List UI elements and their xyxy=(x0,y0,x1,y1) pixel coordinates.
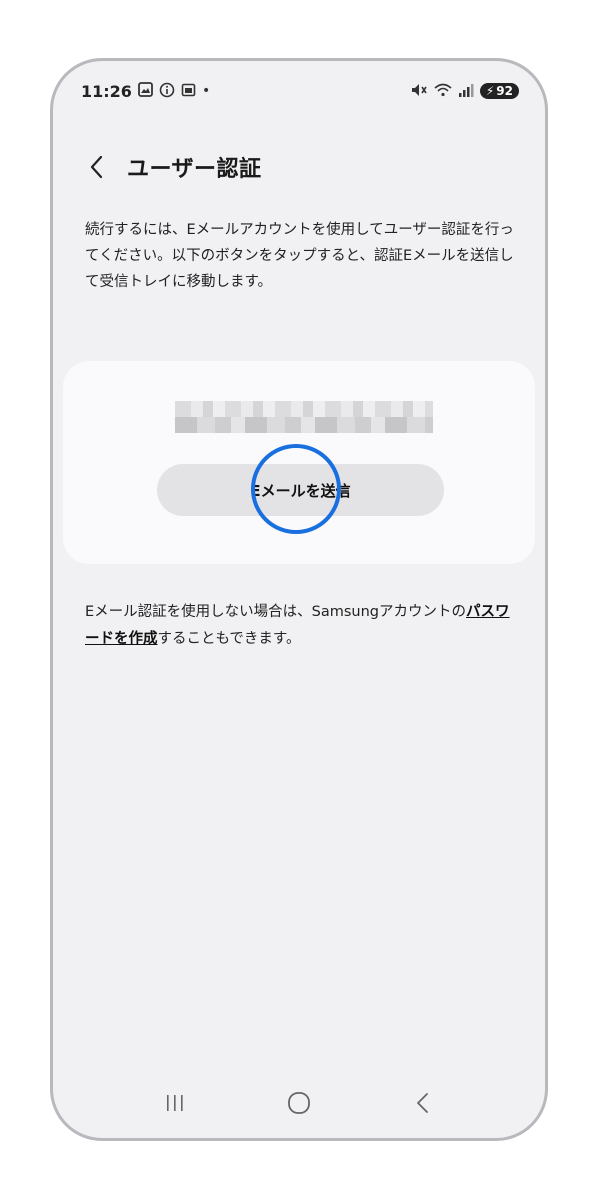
footer-text-before: Eメール認証を使用しない場合は、Samsungアカウントの xyxy=(85,604,467,620)
header: ユーザー認証 xyxy=(85,151,262,183)
charging-icon: ⚡ xyxy=(485,84,495,98)
dot-icon: • xyxy=(201,83,211,99)
wifi-icon xyxy=(434,83,452,100)
status-bar: 11:26 • ⚡ 92 xyxy=(53,79,545,103)
info-icon xyxy=(159,82,175,101)
navigation-bar xyxy=(53,1068,545,1138)
email-card: Eメールを送信 xyxy=(63,361,535,564)
description-text: 続行するには、Eメールアカウントを使用してユーザー認証を行ってください。以下のボ… xyxy=(85,222,514,290)
status-time: 11:26 xyxy=(81,81,132,101)
status-left: 11:26 • xyxy=(81,82,210,101)
footer-note: Eメール認証を使用しない場合は、Samsungアカウントのパスワードを作成するこ… xyxy=(85,599,517,653)
footer-text-after: することもできます。 xyxy=(157,631,301,647)
phone-screen: 11:26 • ⚡ 92 ユーザー認証 続行するには、Eメールアカウントを使用し… xyxy=(50,58,548,1141)
mute-icon xyxy=(411,83,428,100)
battery-indicator: ⚡ 92 xyxy=(479,83,519,99)
page-title: ユーザー認証 xyxy=(127,157,262,182)
send-email-button[interactable]: Eメールを送信 xyxy=(157,464,444,516)
chevron-left-icon[interactable] xyxy=(85,153,109,181)
redacted-email-address xyxy=(175,401,433,433)
recent-apps-icon[interactable] xyxy=(155,1083,195,1123)
status-right: ⚡ 92 xyxy=(411,83,519,100)
home-icon[interactable] xyxy=(279,1083,319,1123)
signal-icon xyxy=(458,83,474,100)
calendar-icon xyxy=(181,82,196,100)
back-icon[interactable] xyxy=(403,1083,443,1123)
gallery-icon xyxy=(138,82,153,100)
battery-level: 92 xyxy=(496,84,513,98)
